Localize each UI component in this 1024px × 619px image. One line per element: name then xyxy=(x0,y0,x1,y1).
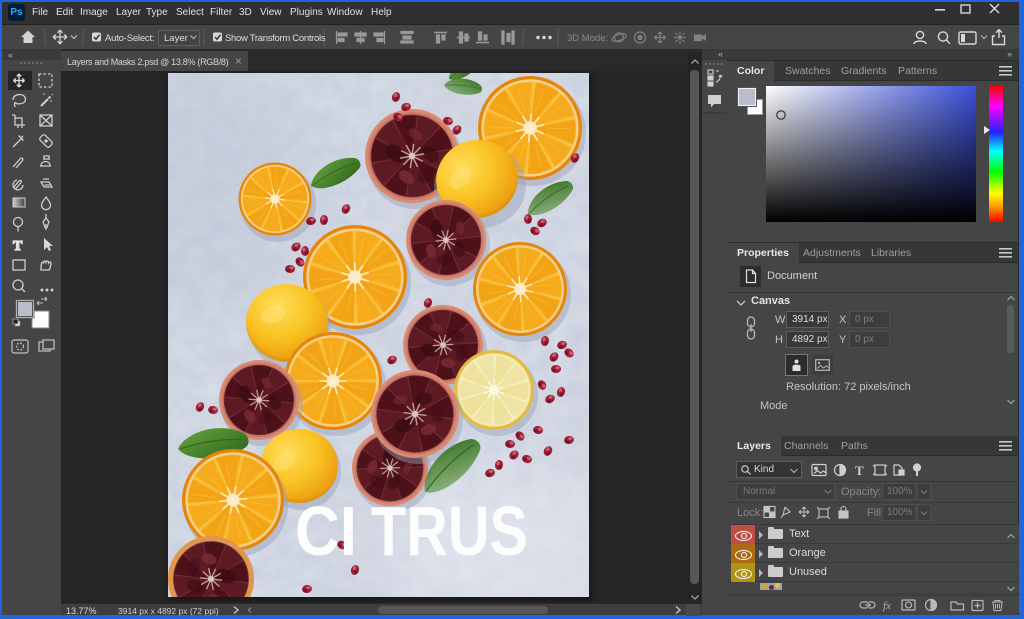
svg-text:Layer: Layer xyxy=(164,33,188,44)
svg-text:TRUS: TRUS xyxy=(371,492,528,570)
svg-text:«: « xyxy=(718,49,723,59)
svg-text:fx: fx xyxy=(883,600,891,612)
svg-text:Show Transform Controls: Show Transform Controls xyxy=(225,33,326,44)
svg-text:T: T xyxy=(13,239,23,254)
svg-text:CI: CI xyxy=(295,492,357,570)
svg-text:Auto-Select:: Auto-Select: xyxy=(105,33,154,44)
svg-text:«: « xyxy=(8,50,14,60)
svg-text:T: T xyxy=(855,463,864,478)
svg-text:3D Mode:: 3D Mode: xyxy=(567,33,608,44)
